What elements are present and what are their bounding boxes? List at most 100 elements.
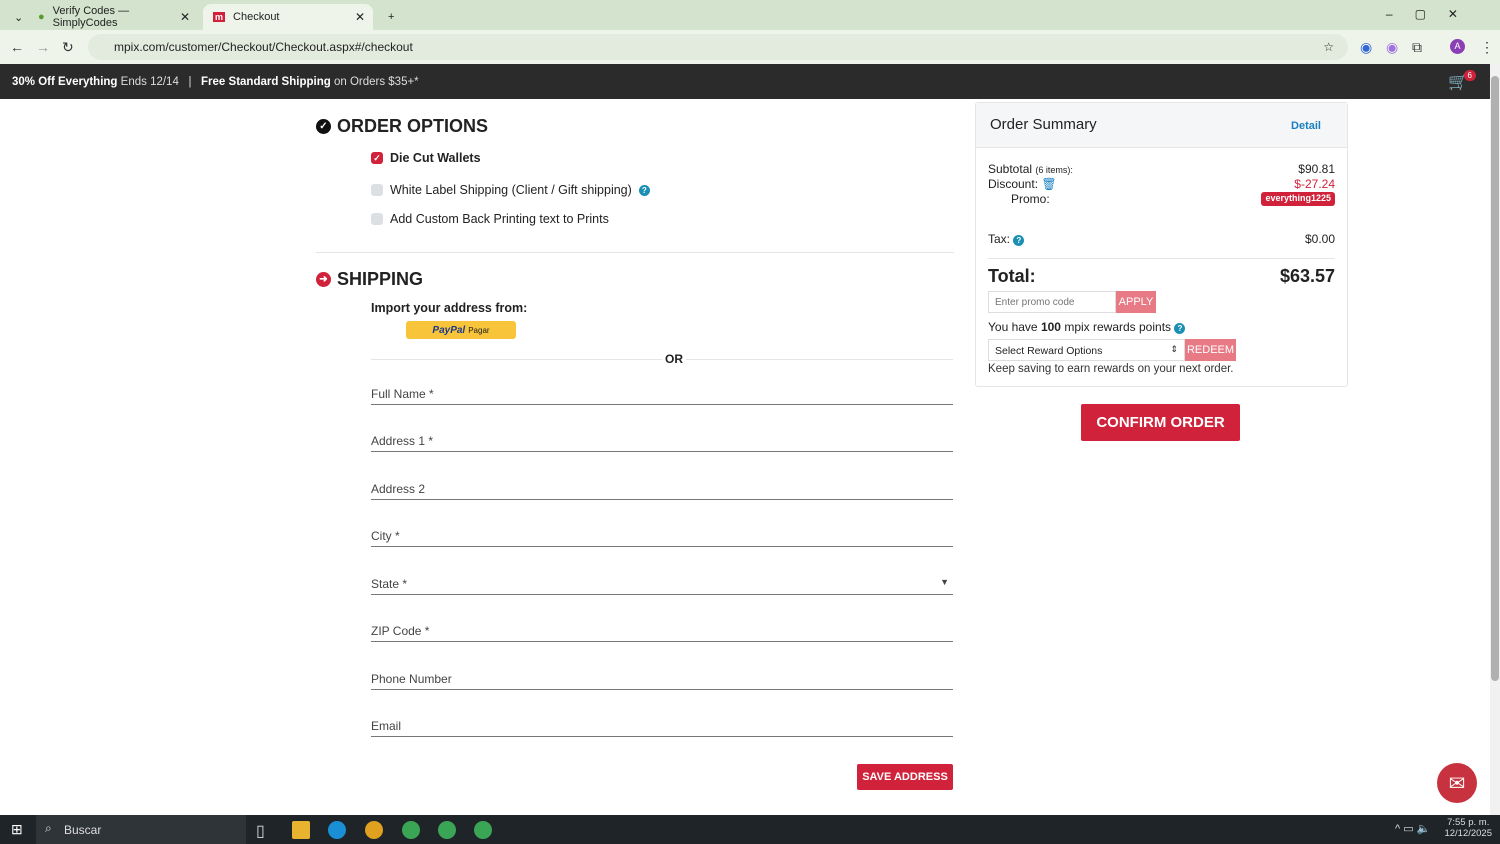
rewards-post: mpix rewards points	[1064, 320, 1172, 334]
order-summary: Order Summary Detail Subtotal (6 items): $…	[975, 102, 1348, 387]
chrome-icon[interactable]	[474, 821, 492, 839]
address2-input[interactable]: Address 2	[371, 476, 953, 500]
save-address-button[interactable]: SAVE ADDRESS	[857, 764, 953, 790]
simplycodes-icon: ●	[38, 11, 45, 23]
cart-count: 6	[1463, 70, 1476, 81]
promo-code-badge: everything1225	[1261, 192, 1335, 206]
reload-icon[interactable]: ↻	[62, 39, 74, 56]
address-bar: ← → ↻ mpix.com/customer/Checkout/Checkou…	[0, 30, 1500, 64]
search-icon: ⌕	[45, 821, 52, 835]
detail-link[interactable]: Detail	[1291, 120, 1321, 132]
file-explorer-icon[interactable]	[292, 821, 310, 839]
promo-label: Promo:	[1011, 192, 1050, 206]
option-label: Add Custom Back Printing text to Prints	[390, 212, 609, 226]
date: 12/12/2025	[1444, 828, 1492, 839]
reward-form: Select Reward Options ⇕ REDEEM	[988, 339, 1236, 361]
subtotal-value: $90.81	[1298, 162, 1335, 176]
trash-icon[interactable]: 🗑	[1041, 177, 1056, 191]
mail-icon: ✉	[1448, 772, 1466, 795]
star-icon[interactable]: ☆	[1323, 40, 1334, 54]
chrome-icon[interactable]	[402, 821, 420, 839]
taskbar-search[interactable]: ⌕ Buscar	[36, 815, 246, 844]
rewards-pre: You have	[988, 320, 1038, 334]
extension-icon[interactable]: ◉	[1386, 39, 1398, 56]
checkbox[interactable]: ✓	[371, 152, 383, 164]
option-custom-back-printing[interactable]: Add Custom Back Printing text to Prints	[371, 212, 609, 226]
or-separator: OR	[662, 352, 686, 366]
chat-button[interactable]: ✉	[1437, 763, 1477, 803]
subtotal-row: Subtotal (6 items): $90.81	[988, 162, 1335, 176]
check-circle-icon: ✓	[316, 119, 331, 134]
order-options-heading: ✓ ORDER OPTIONS	[316, 116, 488, 137]
state-select[interactable]: State * ▼	[371, 571, 953, 595]
divider	[316, 252, 954, 253]
arrow-circle-icon: ➜	[316, 272, 331, 287]
taskbar: ⊞ ⌕ Buscar ▯ ^ ▭ 🔈 7:55 p. m. 12/12/2025	[0, 815, 1500, 844]
tax-row: Tax: ? $0.00	[988, 232, 1335, 246]
option-label: Die Cut Wallets	[390, 151, 481, 165]
mpix-icon: m	[213, 12, 226, 22]
option-white-label-shipping[interactable]: White Label Shipping (Client / Gift ship…	[371, 183, 650, 197]
cart-button[interactable]: 🛒 6	[1448, 70, 1476, 92]
tab-checkout[interactable]: m Checkout ✕	[203, 4, 373, 30]
promo-code-input[interactable]	[988, 291, 1116, 313]
help-icon[interactable]: ?	[638, 184, 650, 196]
clock[interactable]: 7:55 p. m. 12/12/2025	[1444, 817, 1492, 839]
divider	[988, 258, 1335, 259]
search-text: Buscar	[64, 823, 102, 837]
help-icon[interactable]: ?	[1013, 235, 1025, 246]
task-view-icon[interactable]: ▯	[256, 821, 274, 840]
total-value: $63.57	[1279, 266, 1335, 286]
confirm-order-button[interactable]: CONFIRM ORDER	[1081, 404, 1240, 441]
paypal-pagar: Pagar	[468, 325, 490, 335]
tab-simplycodes[interactable]: ● Verify Codes — SimplyCodes ✕	[28, 4, 198, 30]
scrollbar[interactable]	[1490, 64, 1500, 815]
discount-value: $-27.24	[1294, 177, 1335, 191]
help-icon[interactable]: ?	[1174, 323, 1186, 334]
menu-icon[interactable]: ⋮	[1480, 39, 1494, 56]
tax-value: $0.00	[1304, 232, 1335, 246]
rewards-points: 100	[1040, 320, 1061, 334]
edge-icon[interactable]	[328, 821, 346, 839]
close-icon[interactable]: ✕	[355, 10, 365, 24]
close-icon[interactable]: ✕	[180, 10, 190, 24]
redeem-button[interactable]: REDEEM	[1185, 339, 1236, 361]
time: 7:55 p. m.	[1447, 817, 1490, 828]
full-name-input[interactable]: Full Name *	[371, 381, 953, 405]
city-input[interactable]: City *	[371, 523, 953, 547]
address1-input[interactable]: Address 1 *	[371, 428, 953, 452]
chrome-icon[interactable]	[365, 821, 383, 839]
extensions-icon[interactable]: ⧉	[1412, 39, 1422, 56]
zip-input[interactable]: ZIP Code *	[371, 618, 953, 642]
tab-bar: ⌄ ● Verify Codes — SimplyCodes ✕ m Checkout…	[0, 0, 1500, 30]
extension-icon[interactable]: ◉	[1360, 39, 1372, 56]
windows-start-icon[interactable]: ⊞	[11, 821, 23, 838]
summary-title: Order Summary	[990, 116, 1097, 133]
tab-list-button[interactable]: ⌄	[4, 4, 26, 30]
option-label: White Label Shipping (Client / Gift ship…	[390, 183, 632, 197]
reward-options-select[interactable]: Select Reward Options ⇕	[988, 339, 1185, 361]
scrollbar-thumb[interactable]	[1491, 76, 1499, 681]
forward-icon[interactable]: →	[36, 39, 50, 55]
rewards-note: Keep saving to earn rewards on your next…	[988, 363, 1234, 375]
email-input[interactable]: Email	[371, 713, 953, 737]
chrome-icon[interactable]	[438, 821, 456, 839]
total-label: Total:	[988, 266, 1036, 286]
url-input[interactable]: mpix.com/customer/Checkout/Checkout.aspx…	[88, 34, 1348, 60]
window-controls[interactable]: –▢✕	[1386, 7, 1480, 21]
new-tab-button[interactable]: +	[378, 4, 404, 30]
back-icon[interactable]: ←	[10, 39, 24, 55]
checkbox[interactable]	[371, 184, 383, 196]
option-die-cut-wallets[interactable]: ✓ Die Cut Wallets	[371, 151, 481, 165]
checkbox[interactable]	[371, 213, 383, 225]
select-value: Select Reward Options	[995, 345, 1103, 357]
phone-input[interactable]: Phone Number	[371, 666, 953, 690]
apply-button[interactable]: APPLY	[1116, 291, 1156, 313]
shipping-heading: ➜ SHIPPING	[316, 269, 423, 290]
promo-form: APPLY	[988, 291, 1156, 313]
subtotal-label: Subtotal	[988, 162, 1033, 176]
tray-icons[interactable]: ^ ▭ 🔈	[1395, 822, 1430, 835]
profile-avatar[interactable]: A	[1450, 39, 1465, 54]
paypal-button[interactable]: PayPal Pagar	[406, 321, 516, 339]
separator: |	[188, 75, 192, 88]
